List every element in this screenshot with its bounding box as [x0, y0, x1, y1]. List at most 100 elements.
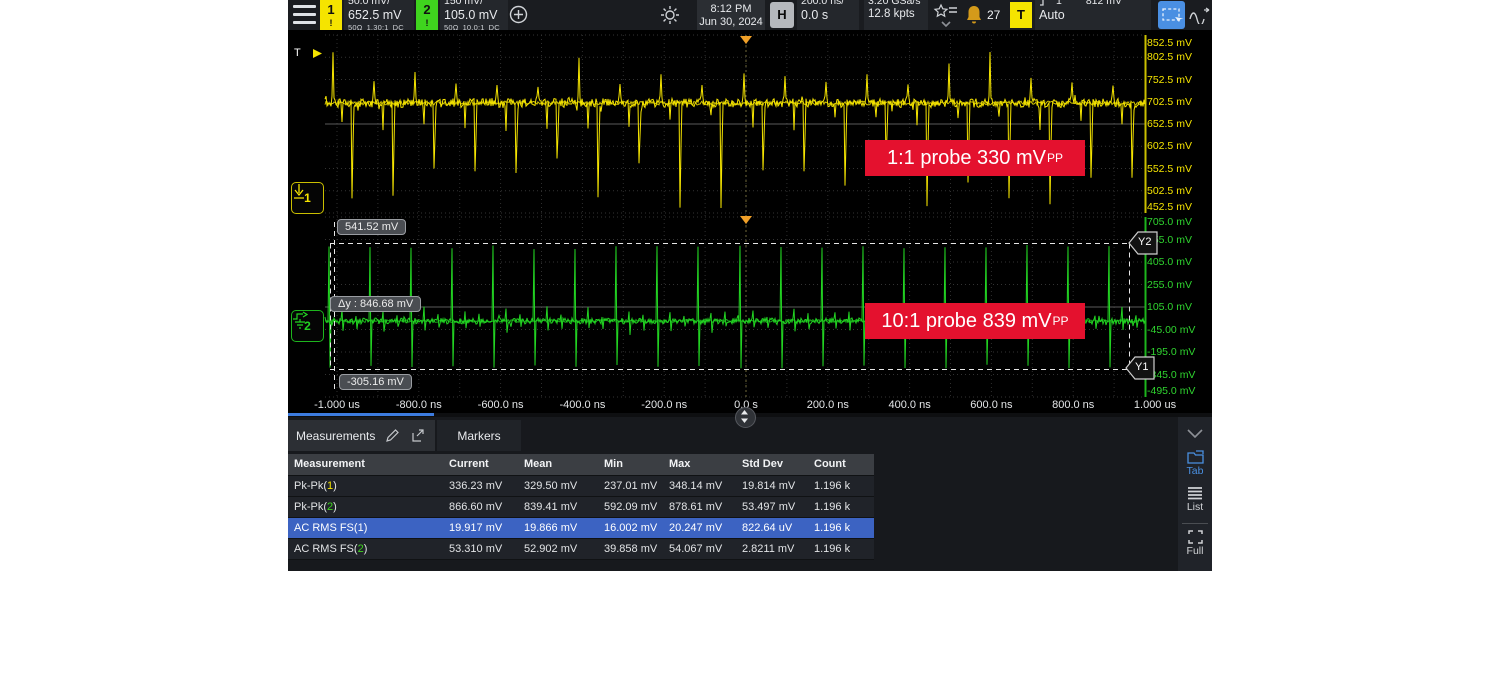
trigger-level-marker[interactable]: T	[294, 47, 301, 59]
channel-2-offset: 105.0 mV	[444, 8, 508, 22]
trigger-info[interactable]: 1 812 mV Auto	[1035, 0, 1151, 30]
popout-icon[interactable]	[410, 428, 425, 443]
channel-1-number: 1	[320, 2, 342, 17]
cursor-y2-value[interactable]: 541.52 mV	[337, 219, 406, 235]
axis-tick-label: 705.0 mV	[1147, 216, 1192, 228]
measurement-value-cell: 39.858 mV	[598, 539, 663, 559]
edit-pencil-icon[interactable]	[385, 428, 400, 443]
clock-time: 8:12 PM	[697, 3, 765, 15]
ground-symbol-icon	[292, 311, 308, 329]
channel-2-number: 2	[416, 2, 438, 17]
measurements-tab-label: Measurements	[296, 429, 375, 443]
cursor-y2-tag[interactable]: Y2	[1128, 230, 1158, 256]
list-view-icon	[1187, 486, 1203, 500]
acquisition-info[interactable]: 3.20 GSa/s 12.8 kpts	[864, 0, 928, 30]
zoom-select-button[interactable]	[1158, 1, 1185, 29]
channel-2-badge[interactable]: 2 !	[416, 0, 438, 30]
table-header-cell: Std Dev	[736, 454, 808, 475]
measurement-value-cell: 19.917 mV	[443, 518, 518, 538]
tab-measurements[interactable]: Measurements	[288, 420, 435, 451]
cursor-y1-value[interactable]: -305.16 mV	[339, 374, 412, 390]
horizontal-badge[interactable]: H	[770, 2, 794, 28]
table-header-cell: Max	[663, 454, 736, 475]
table-row[interactable]: Pk-Pk(1)336.23 mV329.50 mV237.01 mV348.1…	[288, 476, 874, 497]
view-full-button[interactable]: Full	[1178, 530, 1212, 557]
measurement-value-cell: 329.50 mV	[518, 476, 598, 496]
table-row[interactable]: Pk-Pk(2)866.60 mV839.41 mV592.09 mV878.6…	[288, 497, 874, 518]
scroll-indicator[interactable]	[288, 413, 434, 416]
channel-1-waveform	[325, 52, 1145, 208]
measurement-value-cell: 1.196 k	[808, 497, 874, 517]
tab-markers[interactable]: Markers	[437, 420, 521, 451]
fullscreen-icon	[1188, 530, 1203, 544]
time-tick-label: 800.0 ns	[1052, 399, 1094, 411]
axis-tick-label: 552.5 mV	[1147, 163, 1192, 175]
measurement-value-cell: 20.247 mV	[663, 518, 736, 538]
table-header-cell: Count	[808, 454, 874, 475]
offset-arrow-icon	[292, 183, 306, 201]
measurement-name-cell: AC RMS FS(2)	[288, 539, 443, 559]
trigger-level: 812 mV	[1086, 0, 1122, 7]
measurement-channel-number: 2	[327, 501, 333, 513]
markers-tab-label: Markers	[457, 429, 500, 443]
horizontal-info[interactable]: 200.0 ns/ 0.0 s	[797, 0, 859, 30]
table-row[interactable]: AC RMS FS(1)19.917 mV19.866 mV16.002 mV2…	[288, 518, 874, 539]
channel-1-badge[interactable]: 1 !	[320, 0, 342, 30]
notifications[interactable]: 27	[964, 4, 1006, 28]
collapse-chevron-icon[interactable]	[1187, 429, 1203, 438]
table-row[interactable]: AC RMS FS(2)53.310 mV52.902 mV39.858 mV5…	[288, 539, 874, 560]
measurement-value-cell: 53.310 mV	[443, 539, 518, 559]
measurement-name-cell: Pk-Pk(2)	[288, 497, 443, 517]
screenshot-canvas: 1 ! 50.0 mV/ 652.5 mV 50Ω1.30:1DC 2 ! 15…	[0, 0, 1500, 700]
measurement-channel-number: 1	[327, 480, 333, 492]
axis-tick-label: 802.5 mV	[1147, 51, 1192, 63]
axis-tick-label: 405.0 mV	[1147, 256, 1192, 268]
panel-sidebar: Tab List Full	[1178, 417, 1212, 571]
trigger-badge[interactable]: T	[1010, 2, 1032, 28]
measurement-value-cell: 348.14 mV	[663, 476, 736, 496]
channel-1-ground-marker[interactable]: 1	[291, 182, 324, 214]
trigger-level-arrow[interactable]	[313, 49, 322, 58]
measurement-channel-number: 2	[358, 543, 364, 555]
channel-2-config: 50Ω10.0:1DC	[444, 23, 508, 30]
channel-1-info[interactable]: 50.0 mV/ 652.5 mV 50Ω1.30:1DC	[344, 0, 414, 30]
datetime-display: 8:12 PM Jun 30, 2024	[697, 0, 765, 30]
view-list-button[interactable]: List	[1178, 486, 1212, 513]
channel-2-ground-marker[interactable]: 2	[291, 310, 324, 342]
table-header-cell: Measurement	[288, 454, 443, 475]
axis-tick-label: 752.5 mV	[1147, 74, 1192, 86]
measurement-value-cell: 1.196 k	[808, 476, 874, 496]
channel-1-offset: 652.5 mV	[348, 8, 414, 22]
channel-2-alert: !	[416, 18, 438, 28]
bell-icon	[964, 4, 984, 26]
time-tick-label: -1.000 us	[314, 399, 360, 411]
dashed-rect-icon	[1158, 1, 1185, 29]
waveform-display[interactable]: T 1 2 541.52 mV Δy : 846.68 mV -305.16 m…	[288, 30, 1212, 413]
cursor-delta-y-value[interactable]: Δy : 846.68 mV	[330, 296, 421, 312]
sidebar-divider	[1182, 523, 1208, 524]
time-tick-label: 600.0 ns	[970, 399, 1012, 411]
time-tick-label: 400.0 ns	[888, 399, 930, 411]
measurements-table: MeasurementCurrentMeanMinMaxStd DevCount…	[288, 454, 874, 560]
measurement-value-cell: 1.196 k	[808, 539, 874, 559]
channel-2-info[interactable]: 150 mV/ 105.0 mV 50Ω10.0:1DC	[440, 0, 508, 30]
measurement-value-cell: 237.01 mV	[598, 476, 663, 496]
clock-date: Jun 30, 2024	[697, 16, 765, 28]
view-tab-button[interactable]: Tab	[1178, 450, 1212, 477]
axis-tick-label: 105.0 mV	[1147, 301, 1192, 313]
axis-tick-label: -495.0 mV	[1147, 385, 1195, 397]
axis-tick-label: 852.5 mV	[1147, 37, 1192, 49]
panel-resize-handle[interactable]	[735, 407, 756, 428]
measurement-value-cell: 54.067 mV	[663, 539, 736, 559]
trigger-mode: Auto	[1039, 8, 1151, 22]
measurement-value-cell: 1.196 k	[808, 518, 874, 538]
menu-icon[interactable]	[293, 4, 316, 26]
channel-1-scale: 50.0 mV/	[348, 0, 414, 7]
axis-tick-label: -45.00 mV	[1147, 324, 1195, 336]
channel-1-config: 50Ω1.30:1DC	[348, 23, 414, 30]
measurement-value-cell: 592.09 mV	[598, 497, 663, 517]
tab-view-icon	[1187, 450, 1204, 464]
measurement-value-cell: 839.41 mV	[518, 497, 598, 517]
trigger-source: 1	[1056, 0, 1062, 7]
cursor-y1-tag[interactable]: Y1	[1125, 355, 1155, 381]
